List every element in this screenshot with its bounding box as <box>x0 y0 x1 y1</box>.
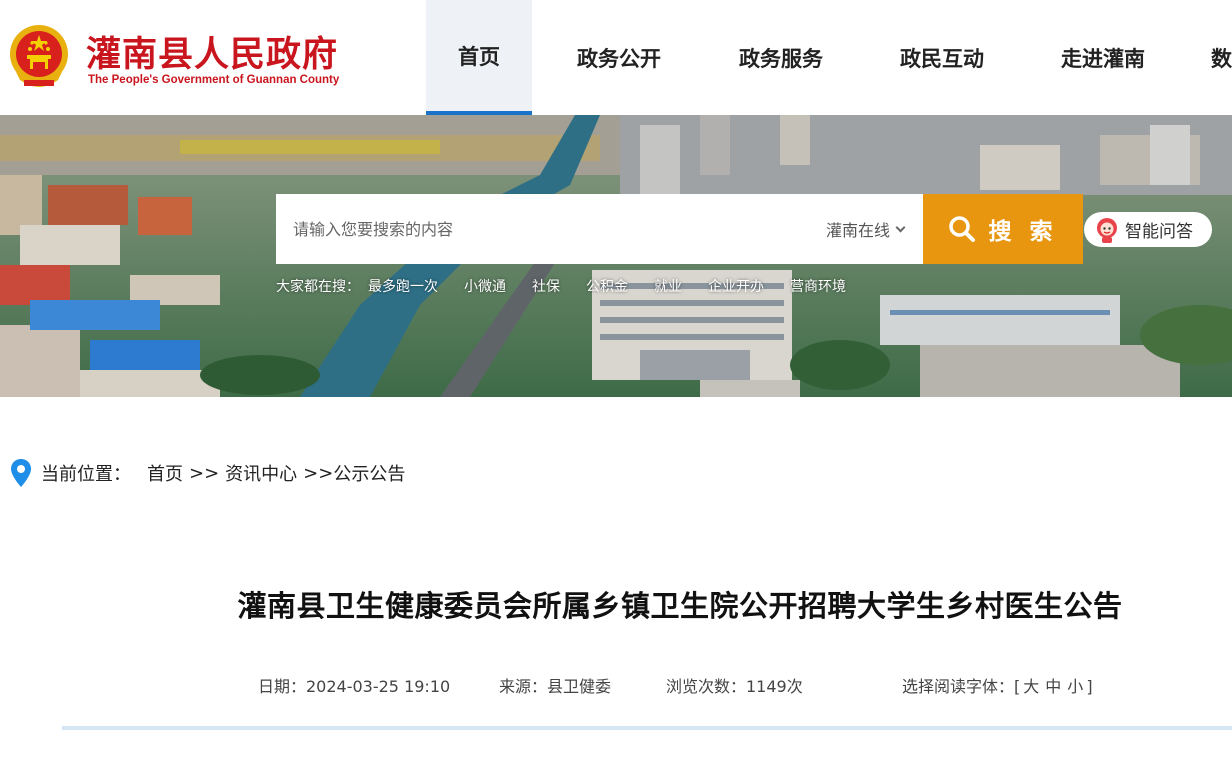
location-pin-icon <box>11 459 31 487</box>
breadcrumb-news-center[interactable]: 资讯中心 <box>225 460 297 486</box>
hot-search-label: 大家都在搜： <box>276 279 360 295</box>
font-size-selector: 选择阅读字体：[大中小] <box>902 677 1093 696</box>
search-input[interactable] <box>276 194 816 264</box>
hot-link-employment[interactable]: 就业 <box>654 276 682 296</box>
article-title: 灌南县卫生健康委员会所属乡镇卫生院公开招聘大学生乡村医生公告 <box>237 589 1123 623</box>
search-scope-value: 灌南在线 <box>826 221 891 240</box>
search-button-label: 搜 索 <box>988 219 1058 245</box>
breadcrumb-separator: >> <box>303 462 334 484</box>
font-size-large[interactable]: 大 <box>1023 677 1039 696</box>
main-nav: 首页 政务公开 政务服务 政民互动 走进灌南 数 <box>426 0 1232 115</box>
chevron-down-icon <box>895 222 906 232</box>
breadcrumb-announcements[interactable]: 公示公告 <box>333 460 405 486</box>
breadcrumb: 当前位置： 首页 >> 资讯中心 >> 公示公告 <box>10 458 405 488</box>
nav-public-interaction[interactable]: 政民互动 <box>856 0 1028 115</box>
site-header: 灌南县人民政府 The People's Government of Guann… <box>0 0 1232 115</box>
breadcrumb-separator: >> <box>189 462 220 484</box>
hot-link-xiaoweitong[interactable]: 小微通 <box>464 276 506 296</box>
font-size-medium[interactable]: 中 <box>1045 677 1061 696</box>
hot-link-one-visit[interactable]: 最多跑一次 <box>368 276 438 296</box>
search-button[interactable]: 搜 索 <box>923 194 1083 264</box>
robot-assistant-icon <box>1097 217 1117 243</box>
smart-qa-button[interactable]: 智能问答 <box>1084 212 1212 247</box>
smart-qa-label: 智能问答 <box>1125 222 1193 242</box>
content-divider <box>62 726 1232 730</box>
search-scope-select[interactable]: 灌南在线 <box>826 194 906 264</box>
hot-search-row: 大家都在搜： 最多跑一次 小微通 社保 公积金 就业 企业开办 营商环境 <box>276 276 872 296</box>
article-date: 日期：2024-03-25 19:10 <box>258 677 451 696</box>
nav-about-guannan[interactable]: 走进灌南 <box>1028 0 1178 115</box>
nav-government-services[interactable]: 政务服务 <box>706 0 856 115</box>
hot-link-social-security[interactable]: 社保 <box>532 276 560 296</box>
hot-link-business-setup[interactable]: 企业开办 <box>708 276 764 296</box>
hot-link-housing-fund[interactable]: 公积金 <box>586 276 628 296</box>
article-source: 来源：县卫健委 <box>499 677 612 696</box>
search-box: 灌南在线 <box>276 194 923 264</box>
breadcrumb-label: 当前位置： <box>41 464 131 485</box>
site-subtitle: The People's Government of Guannan Count… <box>88 74 340 86</box>
nav-data[interactable]: 数 <box>1178 0 1232 115</box>
national-emblem-icon[interactable] <box>8 22 70 90</box>
hot-link-business-environment[interactable]: 营商环境 <box>790 276 846 296</box>
nav-government-affairs-disclosure[interactable]: 政务公开 <box>532 0 706 115</box>
font-size-small[interactable]: 小 <box>1067 677 1083 696</box>
search-icon <box>949 216 976 242</box>
font-size-label: 选择阅读字体： <box>902 677 1015 696</box>
breadcrumb-home[interactable]: 首页 <box>147 460 183 486</box>
nav-home[interactable]: 首页 <box>426 0 532 115</box>
site-title[interactable]: 灌南县人民政府 <box>86 26 338 77</box>
article-view-count: 浏览次数：1149次 <box>666 677 803 696</box>
